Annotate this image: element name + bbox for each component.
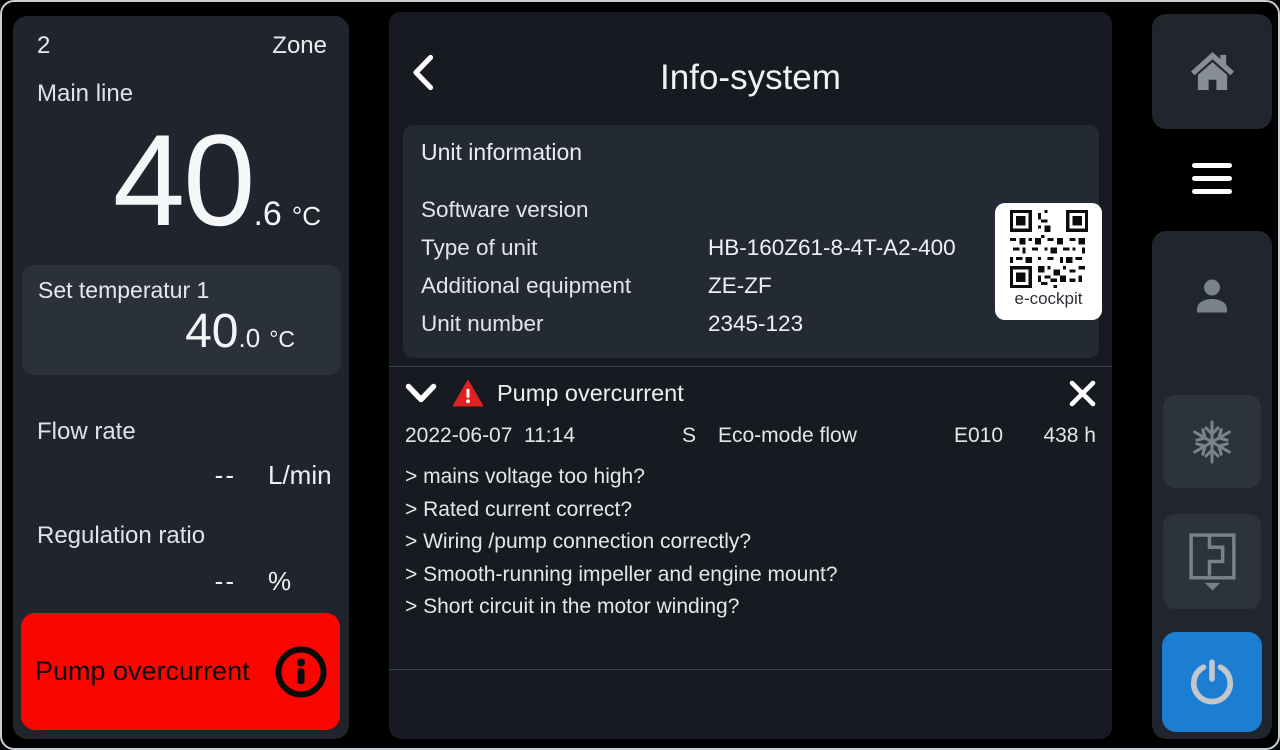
sidebar-item-home[interactable] [1152, 14, 1272, 129]
regulation-ratio-unit: % [268, 566, 291, 597]
alarm-hint: > Short circuit in the motor winding? [405, 591, 1096, 624]
hmi-screen: 2 Zone Main line 40 .6 °C Set temperatur… [0, 0, 1280, 750]
mold-icon [1188, 532, 1237, 591]
unit-info-label: Software version [421, 191, 708, 229]
qr-label: e-cockpit [1014, 289, 1082, 309]
e-cockpit-qr[interactable]: e-cockpit [995, 203, 1102, 320]
unit-info-value: 2345-123 [708, 305, 803, 343]
alarm-flag: S [682, 424, 718, 448]
unit-info-value: HB-160Z61-8-4T-A2-400 [708, 229, 956, 267]
unit-information-title: Unit information [421, 139, 1083, 166]
set-temperature-label: Set temperatur 1 [38, 277, 325, 304]
alarm-title: Pump overcurrent [497, 380, 1069, 407]
collapse-alarm-button[interactable] [405, 383, 437, 404]
temperature-integer: 40 [113, 112, 254, 249]
divider [389, 366, 1112, 367]
qr-code-icon [1010, 210, 1088, 288]
set-temperature-value: 40 .0 °C [38, 306, 325, 359]
set-value-decimal: .0 [239, 323, 261, 354]
sidebar-item-menu-active[interactable] [1192, 163, 1232, 194]
alarm-hints: > mains voltage too high? > Rated curren… [405, 461, 1096, 624]
set-temperature-box[interactable]: Set temperatur 1 40 .0 °C [22, 265, 341, 375]
close-alarm-button[interactable] [1069, 380, 1096, 407]
regulation-ratio-label: Regulation ratio [37, 522, 205, 550]
unit-info-row: Additional equipment ZE-ZF [421, 267, 1083, 305]
unit-info-label: Unit number [421, 305, 708, 343]
temperature-unit: °C [292, 201, 321, 232]
page-title: Info-system [389, 58, 1112, 98]
alarm-date: 2022-06-07 [405, 424, 524, 448]
regulation-ratio-row: -- % [37, 566, 291, 597]
divider [389, 669, 1112, 670]
alarm-meta-row: 2022-06-07 11:14 S Eco-mode flow E010 43… [405, 424, 1096, 448]
alarm-runtime: 438 h [1043, 424, 1096, 448]
alarm-hint: > Wiring /pump connection correctly? [405, 526, 1096, 559]
zone-label: Zone [272, 32, 327, 60]
sidebar-item-cooling[interactable] [1163, 395, 1261, 488]
alarm-banner-button[interactable]: Pump overcurrent [21, 613, 340, 730]
temperature-decimal: .6 [253, 195, 281, 234]
flow-rate-row: -- L/min [37, 460, 332, 491]
user-icon [1189, 274, 1235, 320]
sidebar-item-power[interactable] [1162, 632, 1262, 732]
unit-info-label: Type of unit [421, 229, 708, 267]
flow-rate-unit: L/min [268, 460, 332, 491]
sidebar-lower-panel [1152, 231, 1272, 739]
unit-info-row: Unit number 2345-123 [421, 305, 1083, 343]
alarm-hint: > Smooth-running impeller and engine mou… [405, 559, 1096, 592]
home-icon [1190, 51, 1235, 92]
alarm-code: E010 [954, 424, 1043, 448]
info-icon [274, 645, 328, 699]
chevron-down-icon [405, 383, 437, 404]
alarm-detail-section: Pump overcurrent 2022-06-07 11:14 S Eco-… [405, 380, 1096, 624]
set-value-unit: °C [269, 326, 295, 353]
alarm-mode: Eco-mode flow [718, 424, 954, 448]
zone-status-card: 2 Zone Main line 40 .6 °C Set temperatur… [13, 16, 349, 739]
flow-rate-label: Flow rate [37, 418, 136, 446]
close-icon [1069, 380, 1096, 407]
flow-rate-value: -- [37, 460, 236, 491]
zone-header: 2 Zone [37, 32, 327, 60]
regulation-ratio-value: -- [37, 566, 236, 597]
unit-info-row: Software version [421, 191, 1083, 229]
zone-number: 2 [37, 32, 50, 60]
sidebar-item-mold[interactable] [1163, 514, 1261, 609]
power-icon [1187, 657, 1237, 707]
alarm-banner-label: Pump overcurrent [35, 656, 274, 687]
alarm-time: 11:14 [524, 424, 682, 448]
unit-info-label: Additional equipment [421, 267, 708, 305]
main-line-temperature: 40 .6 °C [113, 112, 321, 249]
main-line-label: Main line [37, 80, 133, 108]
sidebar-item-user[interactable] [1152, 265, 1272, 329]
alarm-hint: > Rated current correct? [405, 494, 1096, 527]
warning-icon [453, 380, 483, 407]
alarm-hint: > mains voltage too high? [405, 461, 1096, 494]
snowflake-icon [1188, 418, 1236, 466]
unit-info-row: Type of unit HB-160Z61-8-4T-A2-400 [421, 229, 1083, 267]
set-value-integer: 40 [185, 306, 238, 359]
unit-info-value: ZE-ZF [708, 267, 772, 305]
menu-icon [1192, 163, 1232, 194]
unit-information-box: Unit information Software version Type o… [403, 125, 1099, 358]
info-system-panel: Info-system Unit information Software ve… [389, 12, 1112, 739]
